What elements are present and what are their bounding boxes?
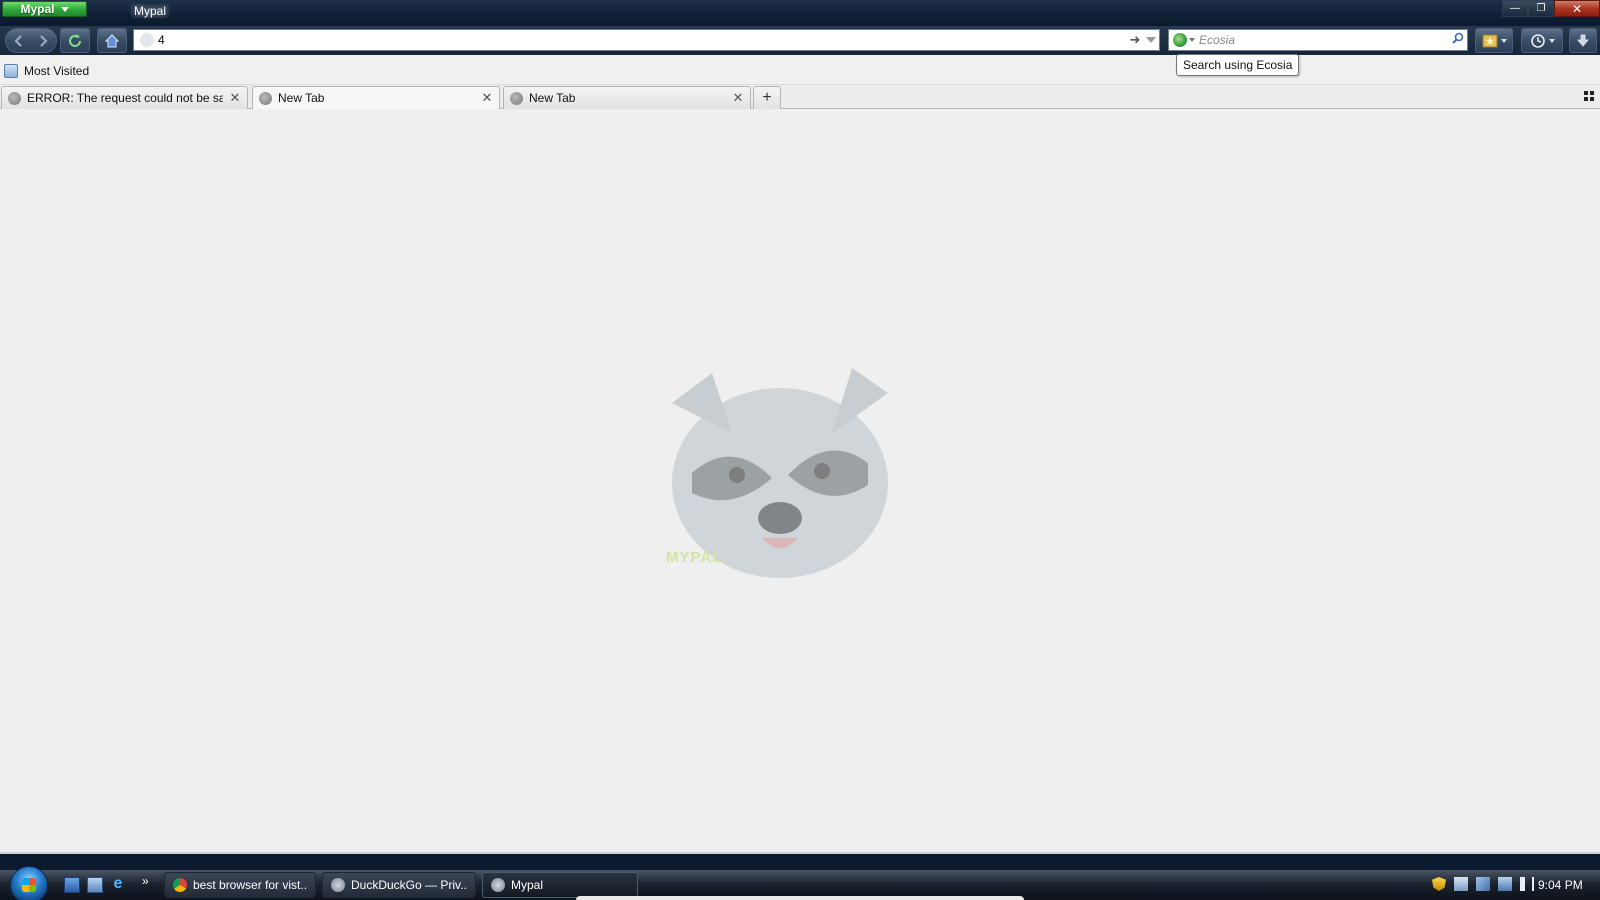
taskbar-glow — [576, 896, 1024, 900]
grid-dot — [1590, 91, 1594, 95]
close-button[interactable]: ✕ — [1554, 0, 1600, 17]
volume-icon[interactable] — [1520, 877, 1534, 891]
globe-favicon-icon — [8, 91, 21, 105]
restore-button[interactable]: ❐ — [1528, 0, 1554, 17]
taskbar-item-chrome[interactable]: best browser for vist... — [164, 872, 316, 898]
bookmark-label: Most Visited — [24, 64, 90, 78]
new-tab-button[interactable]: + — [753, 86, 781, 109]
caret-down-icon — [60, 6, 69, 12]
chrome-icon — [173, 878, 187, 892]
clock-icon — [1530, 33, 1545, 48]
download-arrow-icon — [1577, 34, 1589, 47]
minimize-button[interactable]: — — [1502, 0, 1528, 17]
list-all-tabs-button[interactable] — [1584, 91, 1594, 101]
forward-button[interactable] — [31, 30, 55, 51]
tab-close-icon[interactable]: ✕ — [229, 90, 241, 106]
back-button[interactable] — [7, 30, 31, 51]
page-content: MYPAL — [0, 109, 1600, 852]
bookmark-folder-icon — [4, 64, 18, 78]
search-bar — [1168, 29, 1468, 51]
monitor-icon[interactable] — [1498, 877, 1512, 891]
home-icon — [104, 33, 120, 47]
plus-icon: + — [762, 89, 772, 106]
back-arrow-icon — [14, 34, 22, 47]
mypal-icon — [491, 878, 505, 892]
tab-label: ERROR: The request could not be sati... — [27, 91, 223, 105]
quick-launch-more[interactable]: » — [142, 874, 149, 888]
windows-update-icon[interactable] — [1476, 877, 1490, 891]
caret-down-icon — [1548, 38, 1555, 43]
grid-dot — [1590, 97, 1594, 101]
site-identity-icon[interactable] — [140, 33, 154, 47]
globe-favicon-icon — [259, 91, 272, 105]
search-input[interactable] — [1199, 33, 1447, 47]
bookmark-star-icon — [1482, 34, 1497, 47]
home-button[interactable] — [97, 28, 127, 53]
navigation-toolbar: ➜ — [0, 26, 1600, 55]
start-button[interactable] — [10, 866, 48, 900]
security-shield-icon[interactable] — [1432, 877, 1446, 891]
go-arrow-icon[interactable]: ➜ — [1127, 32, 1143, 48]
ecosia-globe-icon — [1173, 33, 1187, 47]
url-history-dropdown[interactable] — [1143, 37, 1159, 43]
system-tray — [1432, 877, 1534, 891]
search-tooltip: Search using Ecosia — [1176, 54, 1300, 76]
grid-dot — [1584, 91, 1588, 95]
search-magnifier-icon[interactable] — [1447, 32, 1467, 48]
app-menu-label: Mypal — [20, 2, 55, 16]
mypal-watermark: MYPAL — [666, 549, 723, 566]
history-menu-button[interactable] — [1521, 28, 1563, 53]
bookmarks-menu-button[interactable] — [1475, 28, 1513, 53]
tab-close-icon[interactable]: ✕ — [481, 90, 493, 106]
tab-new-tab-2[interactable]: New Tab ✕ — [503, 86, 751, 109]
tab-close-icon[interactable]: ✕ — [732, 90, 744, 106]
window-title: Mypal — [131, 4, 170, 18]
internet-explorer-icon[interactable]: e — [110, 876, 126, 893]
globe-favicon-icon — [510, 91, 523, 105]
url-bar: ➜ — [133, 29, 1160, 51]
bookmark-most-visited[interactable]: Most Visited — [4, 64, 89, 78]
network-icon[interactable] — [1454, 877, 1468, 891]
dropdown-triangle-icon — [1146, 37, 1156, 43]
taskbar-clock[interactable]: 9:04 PM — [1538, 878, 1583, 892]
url-input[interactable] — [158, 33, 1127, 47]
app-menu-button[interactable]: Mypal — [2, 1, 87, 17]
tab-error[interactable]: ERROR: The request could not be sati... … — [1, 86, 248, 109]
show-desktop-icon[interactable] — [64, 877, 80, 893]
taskbar-item-label: Mypal — [511, 878, 544, 892]
taskbar-item-label: best browser for vist... — [193, 878, 307, 892]
tab-label: New Tab — [278, 91, 325, 105]
tab-strip: ERROR: The request could not be sati... … — [0, 85, 1600, 109]
taskbar-item-mypal[interactable]: Mypal — [482, 872, 638, 898]
mypal-icon — [331, 878, 345, 892]
bookmarks-toolbar: Most Visited — [0, 55, 1600, 85]
caret-down-icon — [1500, 38, 1507, 43]
reload-icon — [69, 33, 81, 47]
switch-windows-icon[interactable] — [87, 877, 103, 893]
search-engine-selector[interactable] — [1169, 33, 1199, 47]
back-forward-group — [5, 28, 57, 53]
reload-button[interactable] — [60, 28, 90, 53]
downloads-button[interactable] — [1569, 28, 1597, 53]
caret-down-icon — [1189, 38, 1195, 42]
title-bar: Mypal Mypal — ❐ ✕ — [0, 0, 1600, 26]
forward-arrow-icon — [40, 34, 48, 47]
grid-dot — [1584, 97, 1588, 101]
status-bar-line — [0, 852, 1600, 854]
taskbar-item-label: DuckDuckGo — Priv... — [351, 878, 467, 892]
tab-new-tab[interactable]: New Tab ✕ — [252, 86, 500, 109]
taskbar-item-duckduckgo[interactable]: DuckDuckGo — Priv... — [322, 872, 476, 898]
tab-label: New Tab — [529, 91, 576, 105]
window-controls: — ❐ ✕ — [1502, 0, 1600, 17]
